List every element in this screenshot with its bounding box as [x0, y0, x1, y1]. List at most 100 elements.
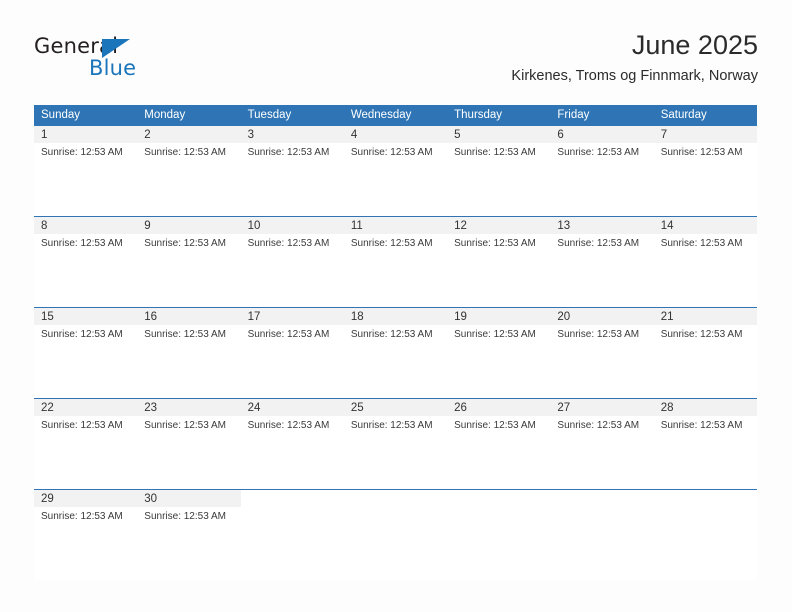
calendar-day-cell[interactable]: 27 Sunrise: 12:53 AM	[550, 398, 654, 490]
day-number-band: 3	[240, 126, 344, 143]
day-box: 24 Sunrise: 12:53 AM	[240, 399, 344, 489]
sunrise-event-text: Sunrise: 12:53 AM	[247, 420, 330, 431]
calendar-day-cell[interactable]: 19 Sunrise: 12:53 AM	[447, 307, 551, 399]
calendar-day-cell[interactable]: 15 Sunrise: 12:53 AM	[34, 307, 138, 399]
day-number: 15	[41, 310, 54, 323]
day-box: 11 Sunrise: 12:53 AM	[343, 217, 448, 307]
calendar-empty-cell	[653, 489, 757, 580]
calendar-day-cell[interactable]: 21 Sunrise: 12:53 AM	[653, 307, 757, 399]
day-box: 12 Sunrise: 12:53 AM	[447, 217, 551, 307]
day-number: 27	[557, 401, 571, 414]
weekday-header-saturday: Saturday	[653, 105, 757, 126]
day-number-band: 15	[34, 308, 138, 325]
sunrise-event-text: Sunrise: 12:53 AM	[350, 420, 433, 431]
day-number: 1	[41, 128, 48, 141]
calendar-day-cell[interactable]: 24 Sunrise: 12:53 AM	[240, 398, 344, 490]
weekday-header-thursday: Thursday	[447, 105, 551, 126]
calendar-day-cell[interactable]: 22 Sunrise: 12:53 AM	[34, 398, 138, 490]
calendar-day-cell[interactable]: 2 Sunrise: 12:53 AM	[137, 126, 241, 217]
day-box: 2 Sunrise: 12:53 AM	[137, 126, 241, 216]
day-box	[344, 490, 447, 580]
day-box: 10 Sunrise: 12:53 AM	[240, 217, 344, 307]
calendar-day-cell[interactable]: 30 Sunrise: 12:53 AM	[137, 489, 241, 580]
calendar-day-cell[interactable]: 7 Sunrise: 12:53 AM	[653, 126, 757, 217]
day-number: 25	[350, 401, 364, 414]
calendar-day-cell[interactable]: 29 Sunrise: 12:53 AM	[34, 489, 138, 580]
day-box: 1 Sunrise: 12:53 AM	[34, 126, 138, 216]
day-box: 20 Sunrise: 12:53 AM	[550, 308, 654, 398]
day-number: 17	[247, 310, 261, 323]
weekday-header-friday: Friday	[550, 105, 654, 126]
calendar-day-cell[interactable]: 12 Sunrise: 12:53 AM	[447, 216, 551, 308]
sunrise-event-text: Sunrise: 12:53 AM	[41, 238, 123, 249]
general-blue-logo[interactable]: General Blue	[34, 34, 174, 84]
day-number-band: 18	[343, 308, 448, 325]
day-box: 26 Sunrise: 12:53 AM	[447, 399, 551, 489]
calendar-day-cell[interactable]: 9 Sunrise: 12:53 AM	[137, 216, 241, 308]
calendar-week-row: 22 Sunrise: 12:53 AM 23 Sunrise: 12:53 AM 24…	[34, 398, 757, 490]
day-number-band: 29	[34, 490, 138, 507]
calendar-body: 1 Sunrise: 12:53 AM 2 Sunrise: 12:53 AM 3 Sun…	[34, 126, 757, 580]
day-number-band: 17	[240, 308, 344, 325]
day-box: 13 Sunrise: 12:53 AM	[550, 217, 654, 307]
day-number-band: 14	[653, 217, 757, 234]
day-number: 5	[454, 128, 461, 141]
weekday-header-sunday: Sunday	[34, 105, 138, 126]
day-number: 26	[454, 401, 467, 414]
day-number: 23	[144, 401, 158, 414]
day-number: 22	[41, 401, 54, 414]
calendar-day-cell[interactable]: 28 Sunrise: 12:53 AM	[653, 398, 757, 490]
sunrise-event-text: Sunrise: 12:53 AM	[660, 329, 743, 340]
day-number-band: 16	[137, 308, 241, 325]
day-number-band: 28	[653, 399, 757, 416]
day-box: 21 Sunrise: 12:53 AM	[653, 308, 757, 398]
calendar-day-cell[interactable]: 13 Sunrise: 12:53 AM	[550, 216, 654, 308]
calendar-day-cell[interactable]: 8 Sunrise: 12:53 AM	[34, 216, 138, 308]
day-number-band: 10	[240, 217, 344, 234]
calendar-day-cell[interactable]: 20 Sunrise: 12:53 AM	[550, 307, 654, 399]
day-box: 27 Sunrise: 12:53 AM	[550, 399, 654, 489]
day-number-band: 9	[137, 217, 241, 234]
calendar-day-cell[interactable]: 6 Sunrise: 12:53 AM	[550, 126, 654, 217]
calendar-day-cell[interactable]: 1 Sunrise: 12:53 AM	[34, 126, 138, 217]
day-box: 22 Sunrise: 12:53 AM	[34, 399, 138, 489]
calendar-day-cell[interactable]: 17 Sunrise: 12:53 AM	[240, 307, 344, 399]
calendar-day-cell[interactable]: 16 Sunrise: 12:53 AM	[137, 307, 241, 399]
calendar-day-cell[interactable]: 14 Sunrise: 12:53 AM	[653, 216, 757, 308]
calendar-day-cell[interactable]: 4 Sunrise: 12:53 AM	[343, 126, 448, 217]
day-number-band: 5	[447, 126, 551, 143]
day-number: 3	[247, 128, 254, 141]
calendar-day-cell[interactable]: 23 Sunrise: 12:53 AM	[137, 398, 241, 490]
calendar-day-cell[interactable]: 25 Sunrise: 12:53 AM	[343, 398, 448, 490]
day-number-band: 1	[34, 126, 138, 143]
sunrise-event-text: Sunrise: 12:53 AM	[144, 420, 226, 431]
day-number-band: 19	[447, 308, 551, 325]
day-number-band: 26	[447, 399, 551, 416]
calendar-day-cell[interactable]: 3 Sunrise: 12:53 AM	[240, 126, 344, 217]
day-number-band: 11	[343, 217, 448, 234]
sunrise-event-text: Sunrise: 12:53 AM	[41, 147, 123, 158]
calendar-table: Sunday Monday Tuesday Wednesday Thursday Frid…	[34, 105, 757, 580]
sunrise-event-text: Sunrise: 12:53 AM	[557, 147, 640, 158]
calendar-day-cell[interactable]: 18 Sunrise: 12:53 AM	[343, 307, 448, 399]
day-number-band: 4	[343, 126, 448, 143]
calendar-day-cell[interactable]: 5 Sunrise: 12:53 AM	[447, 126, 551, 217]
day-number: 24	[247, 401, 261, 414]
day-number: 9	[144, 219, 151, 232]
day-box: 18 Sunrise: 12:53 AM	[343, 308, 448, 398]
day-number: 6	[557, 128, 564, 141]
sunrise-event-text: Sunrise: 12:53 AM	[350, 147, 433, 158]
day-number-band: 27	[550, 399, 654, 416]
calendar-day-cell[interactable]: 10 Sunrise: 12:53 AM	[240, 216, 344, 308]
sunrise-event-text: Sunrise: 12:53 AM	[454, 420, 536, 431]
calendar-day-cell[interactable]: 11 Sunrise: 12:53 AM	[343, 216, 448, 308]
day-box: 28 Sunrise: 12:53 AM	[653, 399, 757, 489]
sunrise-event-text: Sunrise: 12:53 AM	[247, 329, 330, 340]
sunrise-event-text: Sunrise: 12:53 AM	[454, 238, 536, 249]
sunrise-event-text: Sunrise: 12:53 AM	[247, 147, 330, 158]
sunrise-event-text: Sunrise: 12:53 AM	[41, 511, 123, 522]
day-number-band: 12	[447, 217, 551, 234]
calendar-day-cell[interactable]: 26 Sunrise: 12:53 AM	[447, 398, 551, 490]
day-number-band: 13	[550, 217, 654, 234]
calendar-week-row: 1 Sunrise: 12:53 AM 2 Sunrise: 12:53 AM 3 Sun…	[34, 126, 757, 217]
